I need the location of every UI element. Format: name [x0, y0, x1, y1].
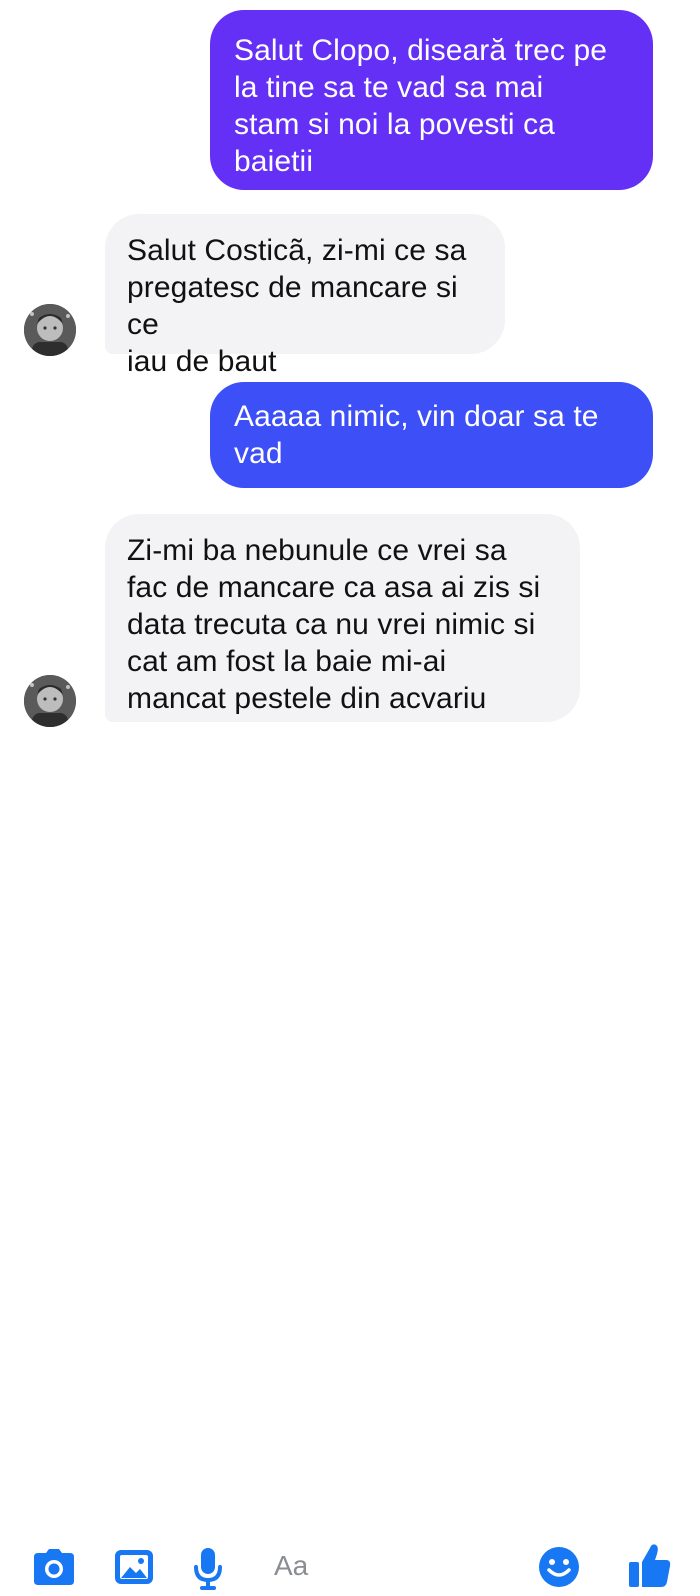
contact-avatar[interactable]	[24, 675, 76, 727]
emoji-icon[interactable]	[538, 1546, 580, 1593]
avatar-image	[24, 304, 76, 356]
outgoing-message[interactable]: Salut Clopo, diseară trec pe la tine sa …	[210, 10, 653, 190]
incoming-message[interactable]: Salut Costicã, zi-mi ce sa pregatesc de …	[105, 214, 505, 378]
incoming-message[interactable]: Zi-mi ba nebunule ce vrei sa fac de manc…	[105, 514, 580, 722]
gallery-icon[interactable]	[113, 1547, 155, 1592]
message-input-placeholder: Aa	[274, 1550, 309, 1581]
like-icon[interactable]	[628, 1542, 672, 1593]
camera-icon[interactable]	[32, 1547, 76, 1592]
avatar-image	[24, 675, 76, 727]
message-thread: Salut Clopo, diseară trec pe la tine sa …	[0, 0, 700, 760]
microphone-icon[interactable]	[193, 1547, 223, 1596]
message-input[interactable]: Aa	[258, 1538, 516, 1594]
outgoing-message[interactable]: Aaaaa nimic, vin doar sa te vad	[210, 382, 653, 488]
message-composer: Aa	[0, 762, 700, 1594]
contact-avatar[interactable]	[24, 304, 76, 356]
